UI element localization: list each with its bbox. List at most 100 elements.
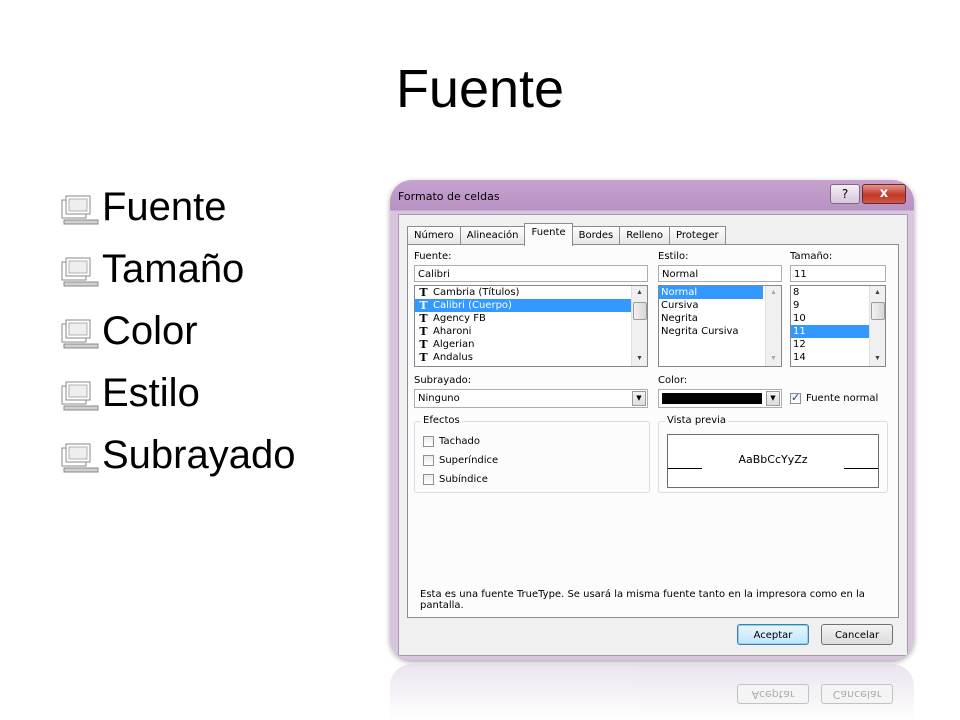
color-label: Color:: [658, 375, 688, 386]
help-button[interactable]: ?: [830, 184, 860, 204]
truetype-icon: T: [419, 286, 428, 299]
cancel-button[interactable]: Cancelar: [821, 624, 893, 645]
color-swatch: [662, 393, 762, 404]
strikethrough-row[interactable]: Tachado: [423, 436, 480, 447]
scroll-thumb[interactable]: [633, 302, 647, 320]
bullet-text: Tamaño: [102, 246, 245, 291]
truetype-icon: T: [419, 299, 428, 312]
subscript-row[interactable]: Subíndice: [423, 474, 488, 485]
subscript-checkbox[interactable]: [423, 474, 434, 485]
format-cells-dialog: Formato de celdas ? x Número Alineación …: [390, 180, 914, 660]
tab-bordes[interactable]: Bordes: [571, 226, 621, 245]
bullet-text: Fuente: [102, 184, 227, 229]
normal-font-label: Fuente normal: [806, 393, 879, 404]
preview-group: Vista previa AaBbCcYyZz: [658, 415, 888, 493]
size-list-item-selected[interactable]: 11: [791, 325, 869, 338]
style-list-scrollbar[interactable]: ▲ ▼: [765, 286, 781, 366]
font-list-item[interactable]: T Algerian: [415, 338, 647, 351]
size-input[interactable]: 11: [790, 265, 886, 282]
bullet-item: Color: [60, 300, 295, 362]
font-tab-panel: Fuente: Calibri T Cambria (Títulos) T Cali…: [407, 244, 899, 618]
info-text: Esta es una fuente TrueType. Se usará la…: [420, 589, 865, 611]
preview-baseline-left: [668, 468, 702, 469]
effects-title: Efectos: [421, 415, 462, 426]
ok-button[interactable]: Aceptar: [737, 624, 809, 645]
superscript-row[interactable]: Superíndice: [423, 455, 498, 466]
dropdown-arrow-icon[interactable]: ▼: [632, 391, 646, 406]
subscript-label: Subíndice: [439, 474, 488, 485]
bullet-item: Fuente: [60, 176, 295, 238]
size-label: Tamaño:: [790, 251, 833, 262]
scroll-down-icon[interactable]: ▼: [632, 352, 647, 366]
bullet-monitor-icon: [60, 315, 100, 349]
dialog-client-area: Número Alineación Fuente Bordes Relleno …: [398, 214, 908, 656]
underline-label: Subrayado:: [414, 375, 472, 386]
bullet-list: Fuente Tamaño Color Estilo Subrayado: [60, 176, 295, 486]
scroll-down-icon[interactable]: ▼: [870, 352, 885, 366]
scroll-down-icon[interactable]: ▼: [766, 352, 781, 366]
style-list-item[interactable]: Cursiva: [659, 299, 781, 312]
scroll-up-icon[interactable]: ▲: [870, 286, 885, 300]
underline-value: Ninguno: [418, 393, 460, 404]
font-list[interactable]: T Cambria (Títulos) T Calibri (Cuerpo) T Ag…: [414, 285, 648, 367]
superscript-checkbox[interactable]: [423, 455, 434, 466]
truetype-icon: T: [419, 351, 428, 364]
size-list[interactable]: 8 9 10 11 12 14 ▲ ▼: [790, 285, 886, 367]
scroll-thumb[interactable]: [871, 302, 885, 320]
font-list-item[interactable]: T Aharoni: [415, 325, 647, 338]
font-list-item[interactable]: T Andalus: [415, 351, 647, 364]
preview-title: Vista previa: [665, 415, 729, 426]
dropdown-arrow-icon[interactable]: ▼: [766, 391, 780, 406]
preview-baseline-right: [844, 468, 878, 469]
font-list-scrollbar[interactable]: ▲ ▼: [631, 286, 647, 366]
truetype-icon: T: [419, 338, 428, 351]
style-input[interactable]: Normal: [658, 265, 782, 282]
font-list-item[interactable]: T Agency FB: [415, 312, 647, 325]
tab-proteger[interactable]: Proteger: [669, 226, 726, 245]
tab-relleno[interactable]: Relleno: [619, 226, 671, 245]
bullet-text: Subrayado: [102, 432, 296, 477]
scroll-up-icon[interactable]: ▲: [766, 286, 781, 300]
dialog-title: Formato de celdas: [398, 190, 500, 203]
color-picker[interactable]: ▼: [658, 389, 782, 408]
normal-font-checkbox-row[interactable]: Fuente normal: [790, 391, 879, 404]
bullet-item: Subrayado: [60, 424, 295, 486]
strikethrough-label: Tachado: [439, 436, 481, 447]
size-list-scrollbar[interactable]: ▲ ▼: [869, 286, 885, 366]
font-list-item-selected[interactable]: T Calibri (Cuerpo): [415, 299, 647, 312]
dialog-screenshot: Formato de celdas ? x Número Alineación …: [390, 180, 914, 660]
reflection-ok: Aceptar: [737, 684, 809, 704]
effects-group: Efectos Tachado Superíndice Subíndice: [414, 415, 650, 493]
scroll-up-icon[interactable]: ▲: [632, 286, 647, 300]
style-list-item-selected[interactable]: Normal: [659, 286, 763, 299]
bullet-item: Tamaño: [60, 238, 295, 300]
strikethrough-checkbox[interactable]: [423, 436, 434, 447]
font-input[interactable]: Calibri: [414, 265, 648, 282]
bullet-monitor-icon: [60, 253, 100, 287]
dialog-reflection: Aceptar Cancelar: [390, 664, 914, 720]
close-button[interactable]: x: [862, 184, 906, 204]
slide-title: Fuente: [395, 59, 565, 119]
preview-box: AaBbCcYyZz: [667, 434, 879, 488]
bullet-monitor-icon: [60, 191, 100, 225]
tab-alineacion[interactable]: Alineación: [459, 226, 526, 245]
preview-sample: AaBbCcYyZz: [738, 453, 808, 466]
normal-font-checkbox[interactable]: [790, 391, 801, 404]
truetype-icon: T: [419, 312, 428, 325]
style-list-item[interactable]: Negrita Cursiva: [659, 325, 781, 338]
style-list[interactable]: Normal Cursiva Negrita Negrita Cursiva ▲…: [658, 285, 782, 367]
tab-strip: Número Alineación Fuente Bordes Relleno …: [407, 223, 726, 246]
superscript-label: Superíndice: [439, 455, 499, 466]
underline-select[interactable]: Ninguno ▼: [414, 389, 648, 408]
bullet-text: Color: [102, 308, 198, 353]
reflection-cancel: Cancelar: [821, 684, 893, 704]
bullet-item: Estilo: [60, 362, 295, 424]
bullet-monitor-icon: [60, 439, 100, 473]
tab-fuente[interactable]: Fuente: [524, 223, 573, 246]
font-list-item[interactable]: T Cambria (Títulos): [415, 286, 647, 299]
tab-numero[interactable]: Número: [407, 226, 461, 245]
font-label: Fuente:: [414, 251, 452, 262]
style-label: Estilo:: [658, 251, 689, 262]
truetype-icon: T: [419, 325, 428, 338]
style-list-item[interactable]: Negrita: [659, 312, 781, 325]
